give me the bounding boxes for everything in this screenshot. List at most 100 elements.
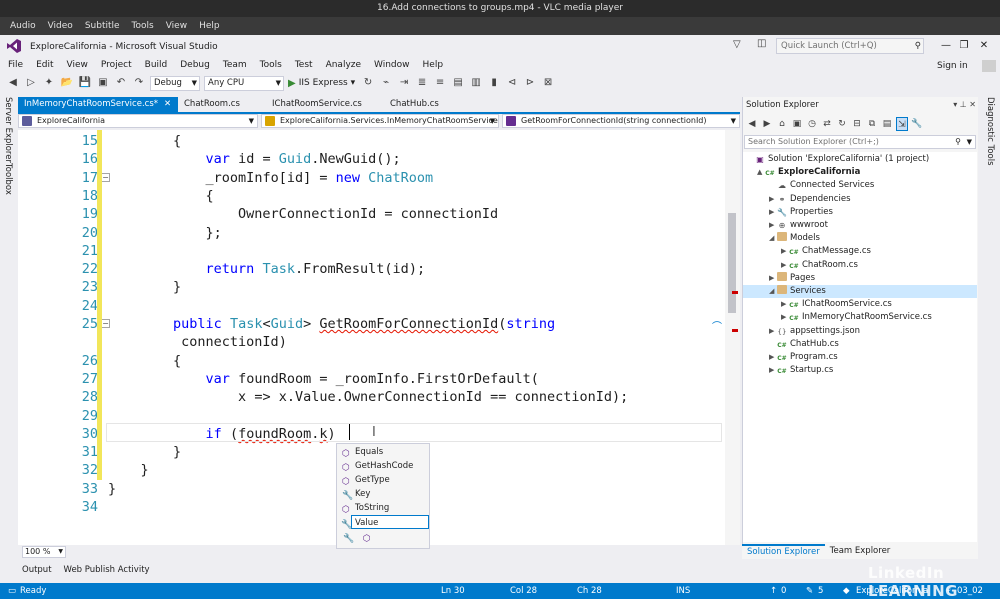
sign-in-link[interactable]: Sign in: [937, 61, 968, 71]
quick-launch-input[interactable]: Quick Launch (Ctrl+Q) ⚲: [776, 38, 924, 54]
editor-vertical-scrollbar[interactable]: [725, 130, 740, 545]
tree-item[interactable]: ▶ C# ChatRoom.cs: [743, 259, 977, 272]
status-unpushed-count[interactable]: 0: [781, 586, 786, 596]
bookmark-icon[interactable]: ▮: [487, 76, 501, 90]
menu-item-project[interactable]: Project: [101, 60, 132, 70]
expand-toggle-icon[interactable]: ▶: [781, 311, 789, 324]
tree-item[interactable]: ▶ Pages: [743, 271, 977, 285]
collapse-all-icon[interactable]: ⊟: [851, 117, 863, 131]
tree-item[interactable]: ▶ C# ChatMessage.cs: [743, 245, 977, 258]
dropdown-icon[interactable]: ▾: [953, 100, 957, 109]
vlc-menu-item-audio[interactable]: Audio: [10, 21, 36, 31]
step-icon[interactable]: ⇥: [397, 76, 411, 90]
tree-item[interactable]: ▶ 🔧 Properties: [743, 206, 977, 219]
close-tab-icon[interactable]: ✕: [164, 99, 171, 109]
type-dropdown[interactable]: ExploreCalifornia.Services.InMemoryChatR…: [261, 114, 499, 128]
next-bookmark-icon[interactable]: ⊳: [523, 76, 537, 90]
show-all-files-icon[interactable]: ⧉: [866, 117, 878, 131]
expand-toggle-icon[interactable]: ▶: [781, 298, 789, 311]
menu-item-window[interactable]: Window: [374, 60, 410, 70]
solution-search-input[interactable]: Search Solution Explorer (Ctrl+;) ⚲ ▼: [744, 135, 976, 149]
maximize-button[interactable]: ❐: [956, 38, 972, 54]
undo-icon[interactable]: ↶: [114, 76, 128, 90]
vlc-menu-item-tools[interactable]: Tools: [132, 21, 154, 31]
method-filter-icon[interactable]: ⬡: [363, 534, 371, 544]
save-all-icon[interactable]: ▣: [96, 76, 110, 90]
user-icon[interactable]: [982, 60, 996, 72]
completion-item[interactable]: ⬡ GetHashCode: [337, 459, 431, 473]
save-icon[interactable]: 💾: [78, 76, 92, 90]
close-panel-icon[interactable]: ✕: [969, 100, 976, 109]
notifications-icon[interactable]: ◫: [757, 38, 766, 49]
vlc-menu-item-video[interactable]: Video: [48, 21, 73, 31]
expand-toggle-icon[interactable]: ◢: [769, 285, 777, 298]
document-tab[interactable]: IChatRoomService.cs: [266, 97, 384, 112]
back-icon[interactable]: ◀: [746, 117, 758, 131]
tree-item[interactable]: ▶ ⚭ Dependencies: [743, 193, 977, 206]
comment-icon[interactable]: ▤: [451, 76, 465, 90]
expand-toggle-icon[interactable]: ▶: [781, 245, 789, 258]
tree-item[interactable]: ▶ C# IChatRoomService.cs: [743, 298, 977, 311]
project-dropdown[interactable]: ExploreCalifornia ▼: [18, 114, 258, 128]
redo-icon[interactable]: ↷: [132, 76, 146, 90]
menu-item-team[interactable]: Team: [223, 60, 247, 70]
sync-icon[interactable]: ⇄: [821, 117, 833, 131]
platform-select[interactable]: Any CPU ▼: [204, 75, 284, 91]
completion-item[interactable]: 🔧 Value: [341, 515, 429, 530]
vs-icon[interactable]: ▣: [791, 117, 803, 131]
expand-toggle-icon[interactable]: ▲: [757, 166, 765, 179]
minimize-button[interactable]: —: [938, 38, 954, 54]
expand-toggle-icon[interactable]: ▶: [769, 193, 777, 206]
collapse-toggle-icon[interactable]: −: [101, 172, 110, 182]
completion-item[interactable]: 🔧 Key: [337, 487, 431, 501]
menu-item-build[interactable]: Build: [145, 60, 168, 70]
properties-icon[interactable]: ▤: [881, 117, 893, 131]
pin-icon[interactable]: ⊥: [960, 100, 967, 109]
tree-item[interactable]: ▶ ⊕ wwwroot: [743, 219, 977, 232]
expand-toggle-icon[interactable]: ▶: [769, 325, 777, 338]
diagnostic-tools-tab[interactable]: Diagnostic Tools: [985, 97, 995, 166]
home-icon[interactable]: ⌂: [776, 117, 788, 131]
completion-item[interactable]: ⬡ ToString: [337, 501, 431, 515]
vlc-menu-item-help[interactable]: Help: [199, 21, 220, 31]
menu-item-debug[interactable]: Debug: [180, 60, 210, 70]
menu-item-view[interactable]: View: [67, 60, 88, 70]
tree-item[interactable]: ☁ Connected Services: [743, 179, 977, 192]
refresh-icon[interactable]: ↻: [836, 117, 848, 131]
outdent-icon[interactable]: ≡: [433, 76, 447, 90]
clear-bookmarks-icon[interactable]: ⊠: [541, 76, 555, 90]
output-tab[interactable]: Output: [22, 565, 52, 575]
solution-explorer-tab[interactable]: Solution Explorer: [742, 544, 825, 559]
run-iis-express-button[interactable]: ▶ IIS Express ▾: [288, 78, 355, 89]
feedback-filter-icon[interactable]: ▽: [733, 39, 741, 50]
expand-toggle-icon[interactable]: ▶: [769, 272, 777, 285]
tree-item[interactable]: ▶ C# Startup.cs: [743, 364, 977, 377]
expand-toggle-icon[interactable]: ▶: [769, 219, 777, 232]
vlc-menu-item-view[interactable]: View: [166, 21, 187, 31]
tree-item[interactable]: ◢ Models: [743, 232, 977, 245]
expand-toggle-icon[interactable]: ▶: [769, 364, 777, 377]
document-tab[interactable]: ChatRoom.cs: [178, 97, 266, 112]
completion-item[interactable]: ⬡ Equals: [337, 445, 431, 459]
indent-icon[interactable]: ≣: [415, 76, 429, 90]
tree-item[interactable]: ▶ C# Program.cs: [743, 351, 977, 364]
uncomment-icon[interactable]: ▥: [469, 76, 483, 90]
expand-toggle-icon[interactable]: ▶: [781, 259, 789, 272]
web-publish-activity-tab[interactable]: Web Publish Activity: [64, 565, 150, 575]
tree-item[interactable]: ▶{} appsettings.json: [743, 325, 977, 338]
pending-changes-icon[interactable]: ◷: [806, 117, 818, 131]
property-filter-icon[interactable]: 🔧: [343, 534, 354, 544]
browser-link-icon[interactable]: ⌁: [379, 76, 393, 90]
menu-item-edit[interactable]: Edit: [36, 60, 53, 70]
prev-bookmark-icon[interactable]: ⊲: [505, 76, 519, 90]
expand-toggle-icon[interactable]: ◢: [769, 232, 777, 245]
zoom-select[interactable]: 100 % ▼: [22, 546, 66, 558]
completion-item[interactable]: ⬡ GetType: [337, 473, 431, 487]
preview-icon[interactable]: ⇲: [896, 117, 908, 131]
toolbox-tab[interactable]: Toolbox: [3, 163, 13, 195]
menu-item-test[interactable]: Test: [295, 60, 313, 70]
back-icon[interactable]: ◀: [6, 76, 20, 90]
expand-toggle-icon[interactable]: ▶: [769, 351, 777, 364]
open-file-icon[interactable]: 📂: [60, 76, 74, 90]
member-dropdown[interactable]: GetRoomForConnectionId(string connection…: [502, 114, 740, 128]
